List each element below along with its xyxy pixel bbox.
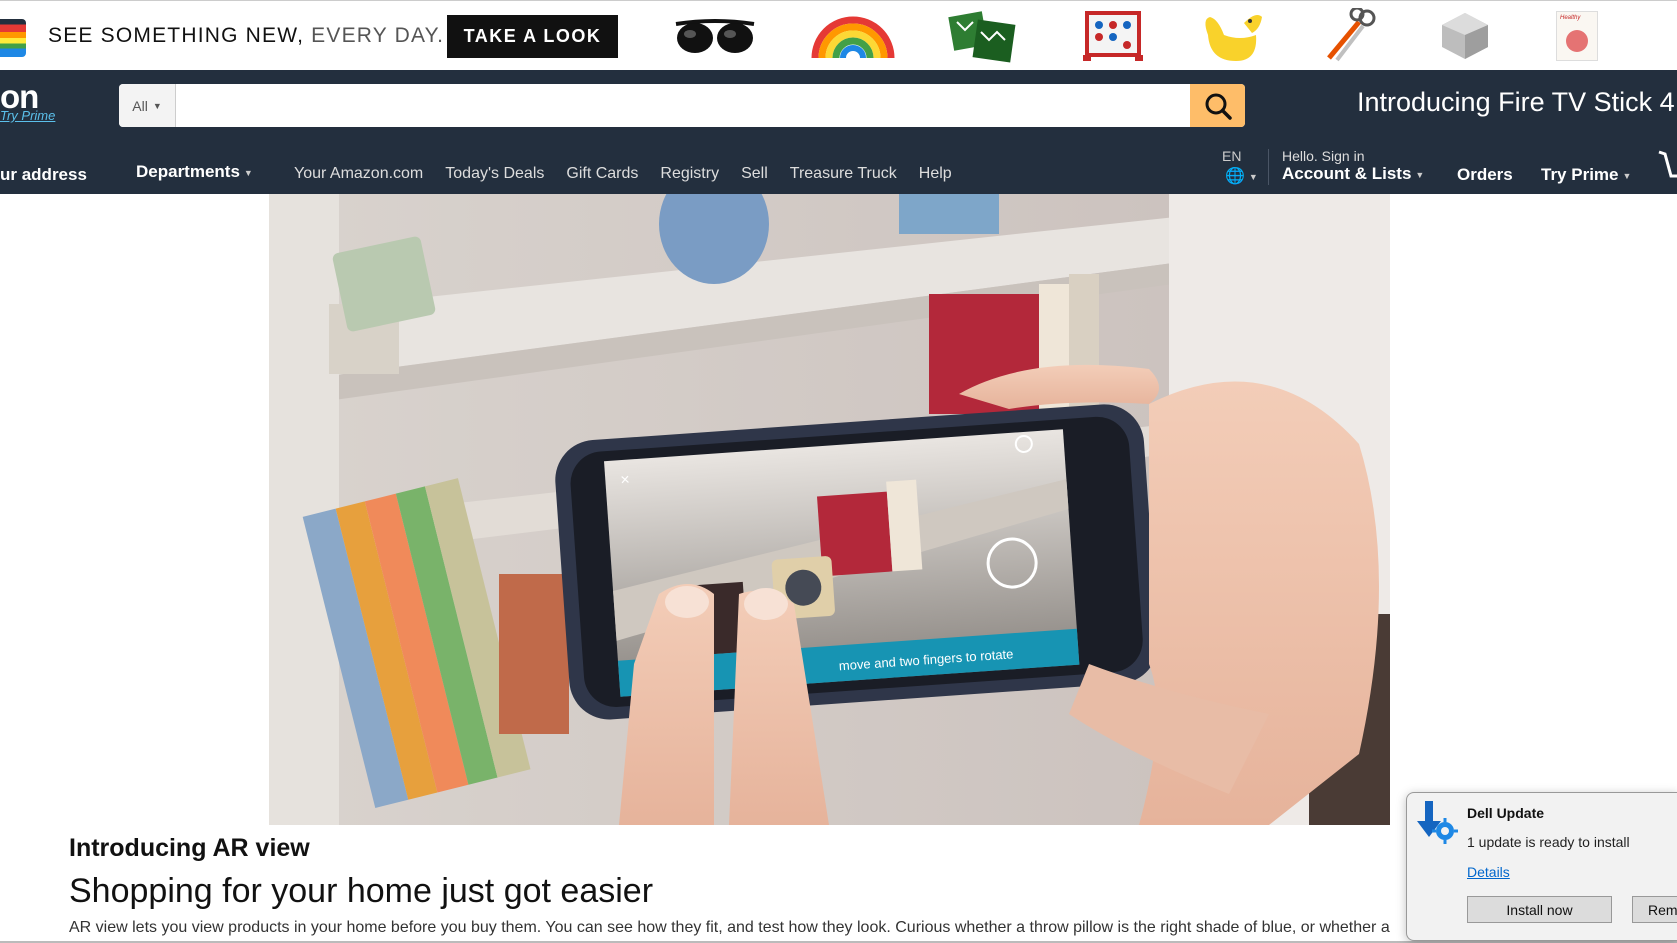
dell-update-notification[interactable]: Dell Update 1 update is ready to install… bbox=[1406, 792, 1677, 941]
tagline-light: EVERY DAY. bbox=[304, 24, 445, 47]
notification-title: Dell Update bbox=[1467, 805, 1545, 821]
cart-button[interactable] bbox=[1657, 146, 1677, 191]
account-lists-label: Account & Lists bbox=[1282, 164, 1412, 183]
cookbook-icon[interactable]: Healthy bbox=[1534, 9, 1620, 63]
deliver-address-link[interactable]: ur address bbox=[0, 165, 87, 185]
search-input[interactable] bbox=[176, 84, 1177, 127]
article-body: AR view lets you view products in your h… bbox=[69, 919, 1390, 936]
nav-link-gift-cards[interactable]: Gift Cards bbox=[566, 165, 638, 183]
amazon-header: on Try Prime All ▼ Introducing Fire TV St… bbox=[0, 70, 1677, 194]
svg-text:×: × bbox=[620, 472, 631, 490]
search-bar: All ▼ bbox=[119, 84, 1245, 127]
notification-message: 1 update is ready to install bbox=[1467, 834, 1630, 850]
language-selector[interactable]: 🌐 ▼ bbox=[1225, 166, 1258, 186]
search-category-dropdown[interactable]: All ▼ bbox=[119, 84, 176, 127]
cookbook-title: Healthy bbox=[1560, 15, 1581, 21]
caret-down-icon: ▼ bbox=[152, 100, 162, 111]
rainbow-icon[interactable] bbox=[810, 9, 896, 63]
search-icon bbox=[1205, 93, 1232, 120]
details-link[interactable]: Details bbox=[1467, 864, 1510, 880]
promo-logo-stripe bbox=[0, 19, 26, 57]
geode-speaker-icon[interactable] bbox=[1422, 9, 1508, 63]
globe-icon: 🌐 bbox=[1225, 168, 1245, 185]
departments-menu[interactable]: Departments ▼ bbox=[136, 162, 253, 182]
caret-down-icon: ▼ bbox=[1248, 171, 1258, 182]
nav-link-sell[interactable]: Sell bbox=[741, 165, 768, 183]
language-label[interactable]: EN bbox=[1222, 148, 1241, 164]
remind-later-button[interactable]: Rem bbox=[1632, 896, 1677, 923]
nav-link-todays-deals[interactable]: Today's Deals bbox=[445, 165, 544, 183]
nav-links: Your Amazon.com Today's Deals Gift Cards… bbox=[294, 165, 974, 183]
ar-view-hero-image: move and two fingers to rotate × bbox=[269, 194, 1390, 825]
nav-link-your-amazon[interactable]: Your Amazon.com bbox=[294, 165, 423, 183]
install-now-button[interactable]: Install now bbox=[1467, 896, 1612, 923]
duck-watering-can-icon[interactable] bbox=[1190, 9, 1276, 63]
article-subheading: Shopping for your home just got easier bbox=[69, 872, 654, 910]
caret-down-icon: ▼ bbox=[243, 167, 253, 178]
hero-illustration: move and two fingers to rotate × bbox=[269, 194, 1390, 825]
dell-update-icon bbox=[1417, 801, 1458, 844]
divider bbox=[1268, 149, 1269, 185]
search-button[interactable] bbox=[1190, 84, 1245, 127]
caret-down-icon: ▼ bbox=[1622, 170, 1632, 181]
cart-icon bbox=[1658, 150, 1677, 178]
departments-label: Departments bbox=[136, 162, 240, 181]
nav-link-treasure-truck[interactable]: Treasure Truck bbox=[790, 165, 897, 183]
tagline-bold: SEE SOMETHING NEW, bbox=[48, 24, 305, 47]
orders-link[interactable]: Orders bbox=[1457, 165, 1513, 185]
caret-down-icon: ▼ bbox=[1415, 169, 1425, 180]
try-prime-menu-label: Try Prime bbox=[1541, 165, 1619, 184]
search-category-label: All bbox=[132, 97, 148, 114]
account-lists-menu[interactable]: Account & Lists ▼ bbox=[1282, 164, 1424, 184]
sunglasses-icon[interactable] bbox=[672, 9, 758, 63]
try-prime-link[interactable]: Try Prime bbox=[0, 108, 55, 123]
pillows-icon[interactable] bbox=[940, 9, 1026, 63]
connect-four-icon[interactable] bbox=[1070, 9, 1156, 63]
nav-link-registry[interactable]: Registry bbox=[660, 165, 719, 183]
scissors-icon[interactable] bbox=[1306, 8, 1392, 63]
nav-link-help[interactable]: Help bbox=[919, 165, 952, 183]
sign-in-greeting[interactable]: Hello. Sign in bbox=[1282, 148, 1365, 164]
article-heading: Introducing AR view bbox=[69, 834, 310, 862]
fire-tv-promo[interactable]: Introducing Fire TV Stick 4 bbox=[1357, 87, 1675, 118]
promo-banner[interactable]: SEE SOMETHING NEW, EVERY DAY. TAKE A LOO… bbox=[0, 0, 1677, 70]
take-a-look-button[interactable]: TAKE A LOOK bbox=[447, 15, 618, 58]
try-prime-menu[interactable]: Try Prime ▼ bbox=[1541, 165, 1631, 185]
promo-tagline: SEE SOMETHING NEW, EVERY DAY. bbox=[48, 24, 444, 48]
